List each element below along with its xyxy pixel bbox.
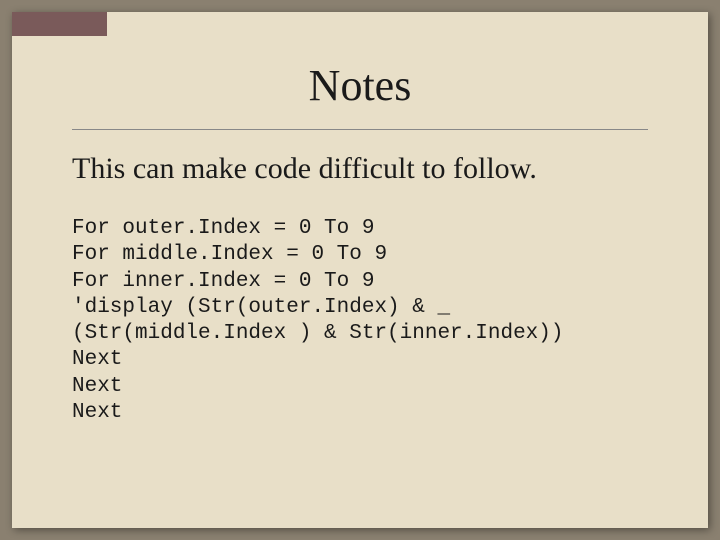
code-line: (Str(middle.Index ) & Str(inner.Index)) <box>72 322 563 345</box>
slide-title: Notes <box>72 60 648 111</box>
placeholder-tab <box>12 12 107 36</box>
code-block: For outer.Index = 0 To 9 For middle.Inde… <box>72 216 648 426</box>
slide-subtitle: This can make code difficult to follow. <box>72 152 648 186</box>
code-line: 'display (Str(outer.Index) & _ <box>72 296 450 319</box>
slide-container: Notes This can make code difficult to fo… <box>12 12 708 528</box>
code-line: For outer.Index = 0 To 9 <box>72 217 374 240</box>
code-line: For middle.Index = 0 To 9 <box>72 243 387 266</box>
title-divider <box>72 129 648 130</box>
code-line: Next <box>72 348 122 371</box>
code-line: Next <box>72 375 122 398</box>
code-line: Next <box>72 401 122 424</box>
code-line: For inner.Index = 0 To 9 <box>72 270 374 293</box>
